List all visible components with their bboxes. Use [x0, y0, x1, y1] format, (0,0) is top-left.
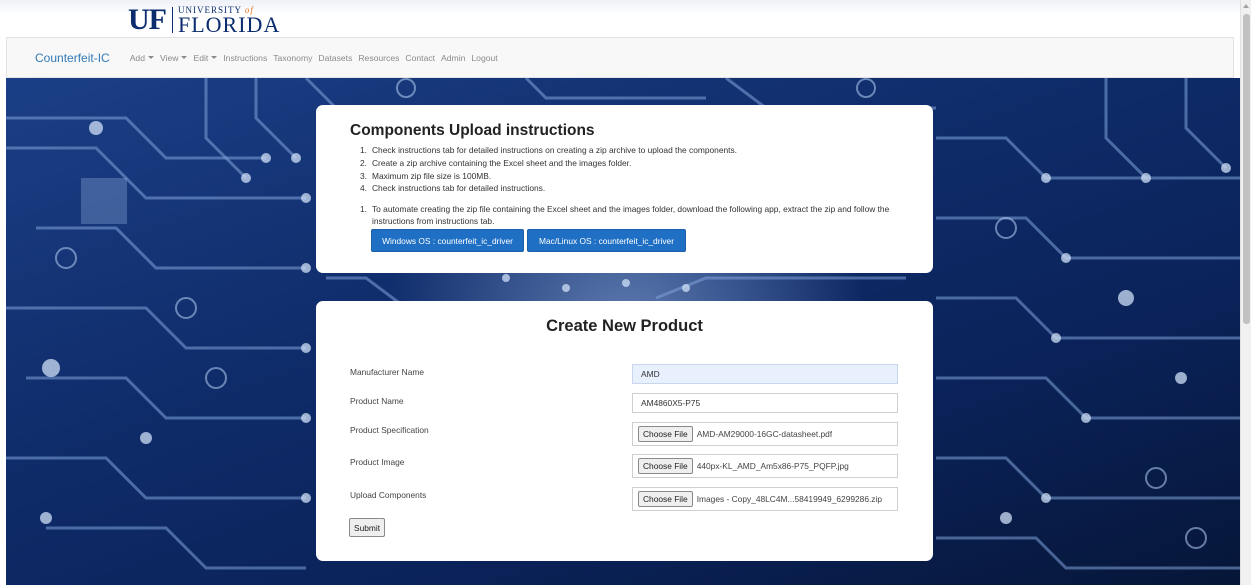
choose-file-button[interactable]: Choose File [638, 458, 693, 474]
instruction-step: 2. Create a zip archive containing the Ex… [360, 157, 920, 170]
main-navbar: Counterfeit-IC Add View Edit Instruction… [6, 37, 1234, 78]
product-specification-label: Product Specification [350, 425, 429, 435]
step-number: 3. [360, 170, 367, 181]
product-name-label: Product Name [350, 396, 404, 406]
nav-logout[interactable]: Logout [471, 53, 497, 63]
manufacturer-value: AMD [641, 369, 660, 379]
uf-logo-wordmark: UNIVERSITY of FLORIDA [178, 6, 281, 37]
uf-logo-florida: FLORIDA [178, 12, 281, 37]
nav-admin[interactable]: Admin [441, 53, 465, 63]
caret-down-icon [148, 56, 154, 59]
instruction-step: 3. Maximum zip file size is 100MB. [360, 170, 920, 183]
product-name-value: AM4860X5-P75 [641, 398, 701, 408]
step-text: Check instructions tab for detailed inst… [372, 145, 737, 155]
download-windows-button[interactable]: Windows OS : counterfeit_ic_driver [371, 229, 524, 252]
uf-logo-mark: UF [128, 3, 167, 36]
submit-button[interactable]: Submit [349, 518, 386, 537]
nav-edit-label: Edit [193, 52, 209, 63]
caret-down-icon [181, 56, 188, 59]
manufacturer-label: Manufacturer Name [350, 367, 425, 377]
choose-file-button[interactable]: Choose File [638, 491, 693, 507]
step-number: 1. [360, 145, 367, 155]
manufacturer-input[interactable]: AMD [632, 364, 898, 384]
specification-file-name: AMD-AM29000-16GC-datasheet.pdf [696, 429, 833, 439]
instruction-step: 1. Check instructions tab for detailed in… [360, 144, 920, 157]
instructions-list: 1. Check instructions tab for detailed in… [360, 144, 920, 195]
step-text: Check instructions tab for detailed inst… [372, 183, 546, 194]
nav-contact[interactable]: Contact [405, 53, 435, 63]
image-file-name: 440px-KL_AMD_Am5x86-P75_PQFP.jpg [696, 461, 849, 471]
site-banner: UF UNIVERSITY of FLORIDA [0, 0, 1240, 37]
navbar-brand[interactable]: Counterfeit-IC [35, 51, 110, 65]
product-name-input[interactable]: AM4860X5-P75 [632, 393, 898, 413]
instruction-step: 4. Check instructions tab for detailed in… [360, 182, 920, 195]
scrollbar-thumb[interactable] [1243, 14, 1250, 324]
automation-text: To automate creating the zip file contai… [372, 204, 890, 227]
nav-view[interactable]: View [160, 52, 188, 63]
nav-edit[interactable]: Edit [193, 52, 218, 63]
automation-instructions: 1. To automate creating the zip file cont… [360, 203, 915, 227]
nav-instructions[interactable]: Instructions [223, 53, 267, 63]
components-file-name: Images - Copy_48LC4M...58419949_6299286.… [696, 494, 883, 504]
nav-add[interactable]: Add [130, 53, 154, 63]
page-scrollbar[interactable] [1240, 0, 1251, 585]
create-product-title: Create New Product [546, 317, 703, 335]
nav-add-label: Add [129, 52, 145, 63]
scroll-up-arrow-icon[interactable] [1243, 4, 1249, 8]
choose-file-button[interactable]: Choose File [638, 426, 693, 442]
step-number: 2. [360, 157, 367, 168]
nav-resources[interactable]: Resources [358, 53, 399, 63]
product-image-label: Product Image [350, 457, 405, 467]
instructions-title: Components Upload instructions [350, 122, 595, 139]
upload-instructions-card: Components Upload instructions 1. Check i… [316, 105, 933, 273]
nav-taxonomy[interactable]: Taxonomy [273, 53, 312, 63]
create-product-card: Create New Product Manufacturer Name AMD… [316, 301, 933, 561]
automation-step: 1. To automate creating the zip file cont… [360, 203, 915, 227]
caret-down-icon [211, 56, 218, 59]
download-mac-linux-button[interactable]: Mac/Linux OS : counterfeit_ic_driver [527, 229, 686, 252]
step-number: 1. [360, 204, 367, 214]
uf-logo[interactable]: UF UNIVERSITY of FLORIDA [128, 3, 281, 37]
product-specification-file-input[interactable]: Choose File AMD-AM29000-16GC-datasheet.p… [632, 422, 898, 446]
step-text: Create a zip archive containing the Exce… [372, 157, 632, 168]
uf-logo-divider [172, 7, 173, 33]
upload-components-label: Upload Components [350, 490, 427, 500]
nav-datasets[interactable]: Datasets [318, 53, 352, 63]
upload-components-file-input[interactable]: Choose File Images - Copy_48LC4M...58419… [632, 487, 898, 511]
step-number: 4. [360, 183, 367, 194]
nav-view-label: View [160, 52, 179, 63]
product-image-file-input[interactable]: Choose File 440px-KL_AMD_Am5x86-P75_PQFP… [632, 454, 898, 478]
step-text: Maximum zip file size is 100MB. [372, 170, 492, 181]
